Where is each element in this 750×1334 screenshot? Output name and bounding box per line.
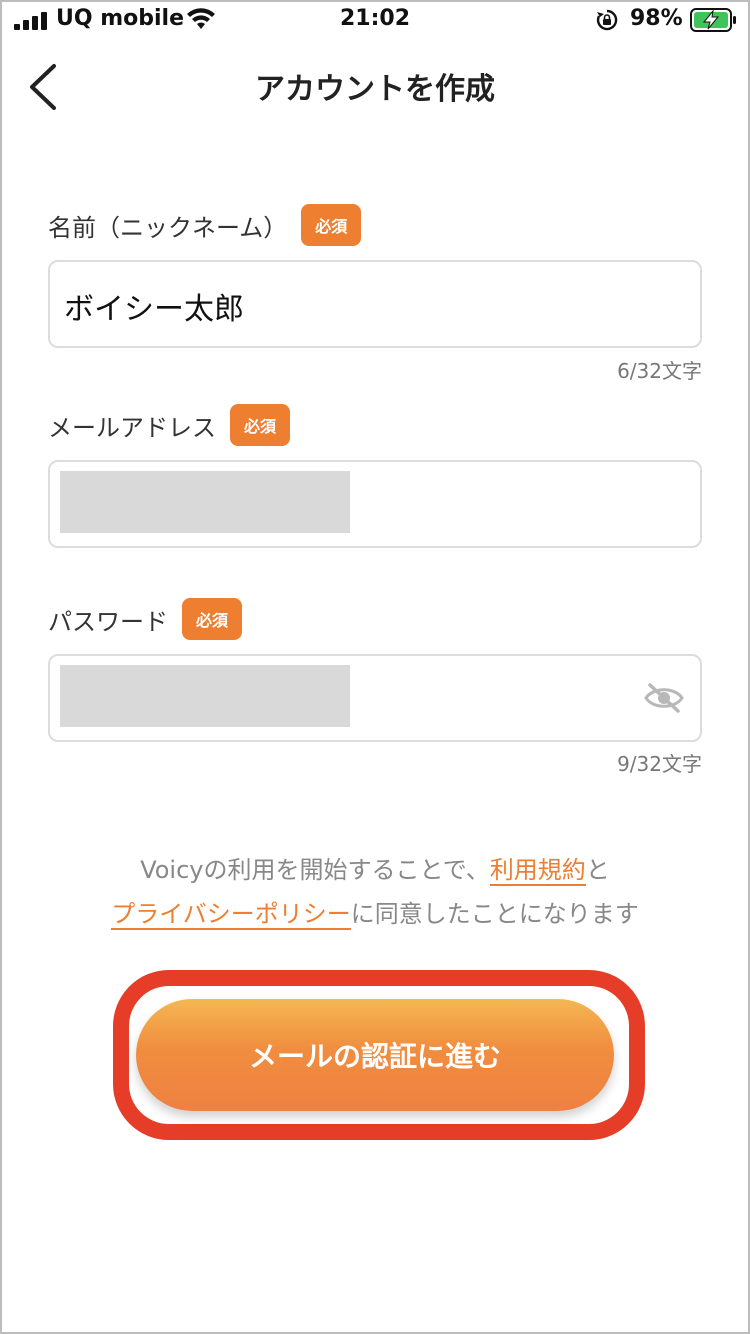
email-input[interactable] [48,460,702,548]
orientation-lock-icon [596,9,618,31]
page-title: アカウントを作成 [255,72,495,107]
name-label-row: 名前（ニックネーム） 必須 [48,204,362,246]
password-required-badge: 必須 [182,598,243,640]
email-redacted-block [60,471,350,533]
consent-suffix: に同意したことになります [350,900,639,928]
name-label: 名前（ニックネーム） [48,213,288,242]
battery-percent: 98% [630,6,683,31]
verify-email-button[interactable]: メールの認証に進む [136,999,614,1111]
name-char-counter: 6/32文字 [617,359,702,383]
consent-and: と [585,856,610,884]
consent-line-2: プライバシーポリシーに同意したことになります [0,892,750,936]
privacy-policy-link[interactable]: プライバシーポリシー [111,900,351,930]
email-label: メールアドレス [48,413,216,442]
email-required-badge: 必須 [230,404,291,446]
status-bar: UQ mobile 21:02 98% [0,0,750,40]
terms-link[interactable]: 利用規約 [489,856,586,886]
email-label-row: メールアドレス 必須 [48,404,291,446]
name-required-badge: 必須 [301,204,362,246]
consent-line-1: Voicyの利用を開始することで、利用規約と [0,848,750,892]
consent-prefix: Voicyの利用を開始することで、 [140,856,490,884]
eye-off-icon[interactable] [644,682,684,714]
name-input[interactable]: ボイシー太郎 [48,260,702,348]
password-char-counter: 9/32文字 [617,752,702,776]
password-label-row: パスワード 必須 [48,598,243,640]
battery-charging-icon [690,8,736,32]
password-redacted-block [60,665,350,727]
password-label: パスワード [48,607,168,636]
name-input-value: ボイシー太郎 [64,292,244,327]
password-input[interactable] [48,654,702,742]
